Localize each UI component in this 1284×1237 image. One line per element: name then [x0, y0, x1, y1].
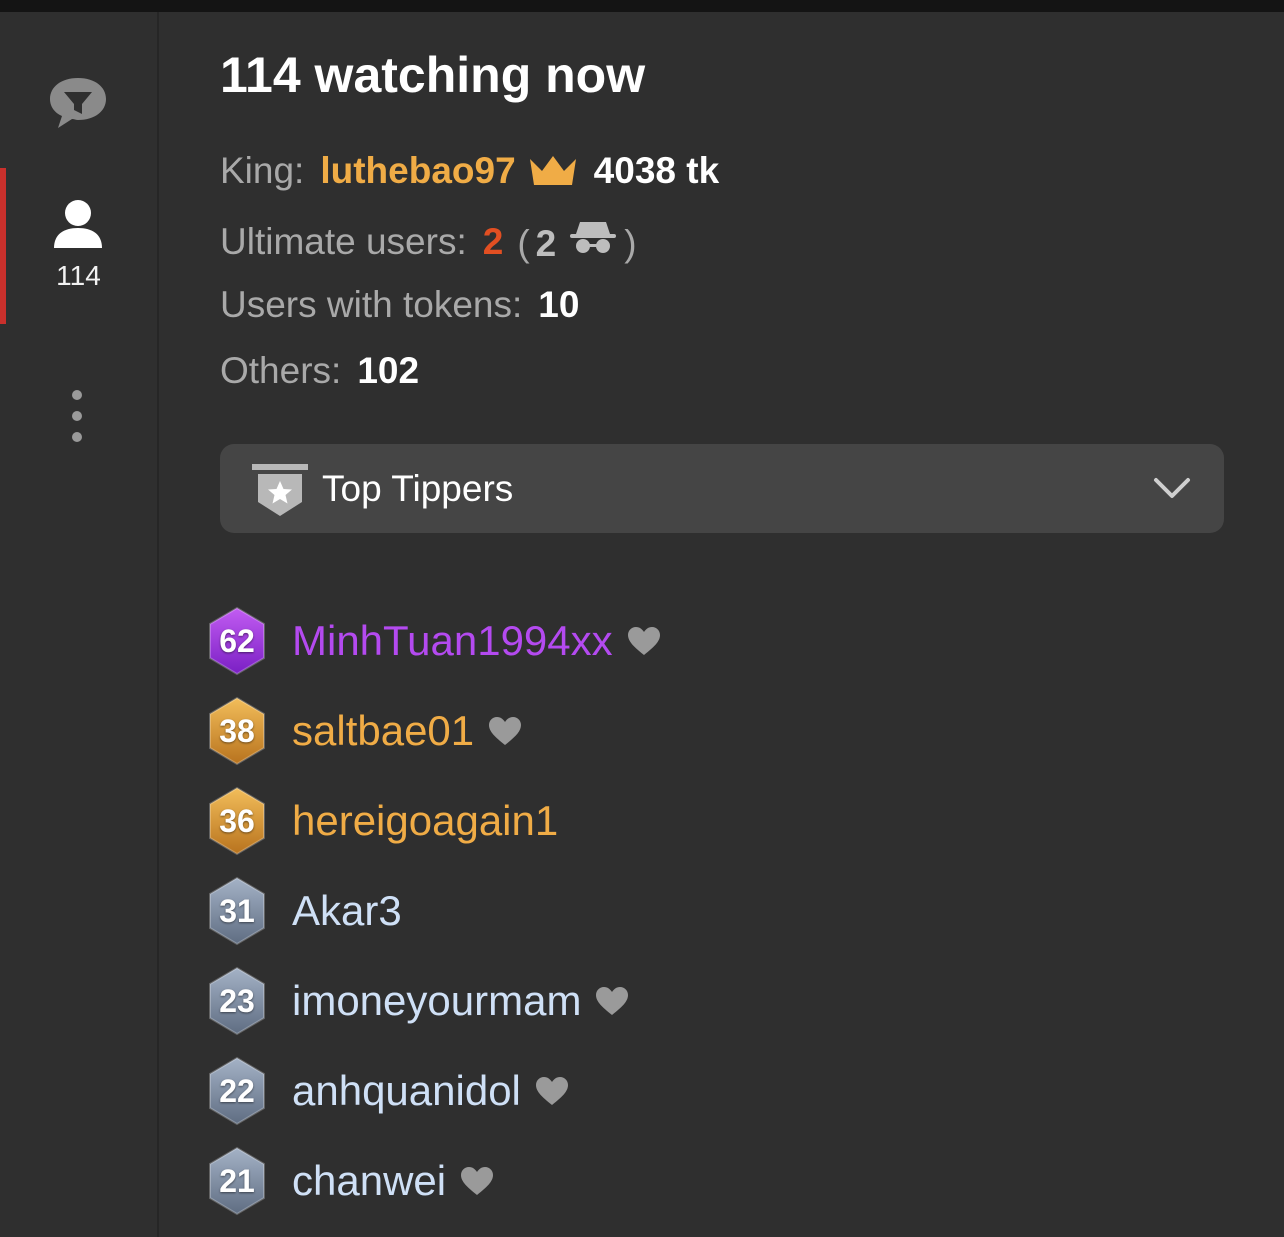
tipper-username[interactable]: saltbae01 [292, 707, 474, 755]
others-count: 102 [357, 350, 420, 391]
level-badge: 22 [206, 1056, 268, 1126]
crown-icon [528, 153, 578, 189]
ultimate-label: Ultimate users: [220, 220, 467, 262]
others-row: Others: 102 [220, 350, 419, 392]
sidebar: 114 [0, 12, 159, 1237]
more-vertical-icon[interactable] [72, 390, 84, 442]
ultimate-hidden-count: 2 [535, 223, 557, 264]
tipper-username[interactable]: anhquanidol [292, 1067, 521, 1115]
tipper-row[interactable]: 31 Akar3 [206, 876, 402, 946]
king-tokens: 4038 tk [593, 150, 720, 191]
chevron-down-icon[interactable] [1152, 474, 1192, 502]
users-count: 114 [56, 260, 101, 291]
level-badge: 36 [206, 786, 268, 856]
active-indicator [0, 168, 6, 324]
star-badge-icon [252, 464, 308, 518]
tipper-row[interactable]: 38 saltbae01 [206, 696, 522, 766]
level-number: 23 [219, 983, 255, 1019]
tipper-row[interactable]: 23 imoneyourmam [206, 966, 629, 1036]
tokens-count: 10 [538, 284, 580, 325]
paren-close: ) [624, 223, 637, 264]
level-number: 21 [219, 1163, 255, 1199]
tipper-row[interactable]: 22 anhquanidol [206, 1056, 569, 1126]
king-username[interactable]: luthebao97 [320, 150, 515, 192]
tokens-label: Users with tokens: [220, 284, 523, 325]
level-number: 38 [219, 713, 255, 749]
heart-icon [460, 1166, 494, 1196]
users-panel: 114 watching now King: luthebao97 4038 t… [209, 0, 1230, 1237]
tipper-username[interactable]: hereigoagain1 [292, 797, 558, 845]
level-number: 62 [219, 623, 255, 659]
heart-icon [535, 1076, 569, 1106]
ultimate-row: Ultimate users: 2 (2 ) [220, 218, 637, 265]
level-badge: 62 [206, 606, 268, 676]
level-badge: 23 [206, 966, 268, 1036]
tipper-row[interactable]: 21 chanwei [206, 1146, 494, 1216]
level-badge: 31 [206, 876, 268, 946]
user-icon [51, 198, 105, 250]
level-number: 22 [219, 1073, 255, 1109]
tipper-username[interactable]: imoneyourmam [292, 977, 581, 1025]
tipper-username[interactable]: MinhTuan1994xx [292, 617, 613, 665]
king-label: King: [220, 150, 305, 191]
chat-filter-icon[interactable] [46, 72, 110, 132]
tokens-row: Users with tokens: 10 [220, 284, 579, 326]
page-title: 114 watching now [220, 47, 646, 103]
incognito-icon [568, 218, 618, 256]
ultimate-hidden-group: (2 ) [517, 218, 637, 265]
paren-open: ( [517, 223, 530, 264]
tipper-row[interactable]: 36 hereigoagain1 [206, 786, 558, 856]
sidebar-item-users[interactable]: 114 [0, 168, 157, 324]
top-tippers-dropdown[interactable]: Top Tippers [220, 444, 1224, 533]
heart-icon [627, 626, 661, 656]
king-row: King: luthebao97 4038 tk [220, 150, 719, 192]
level-number: 31 [219, 893, 255, 929]
tipper-row[interactable]: 62 MinhTuan1994xx [206, 606, 661, 676]
tipper-username[interactable]: chanwei [292, 1157, 446, 1205]
heart-icon [488, 716, 522, 746]
level-badge: 21 [206, 1146, 268, 1216]
level-badge: 38 [206, 696, 268, 766]
level-number: 36 [219, 803, 255, 839]
others-label: Others: [220, 350, 342, 391]
dropdown-label: Top Tippers [322, 468, 514, 509]
tipper-username[interactable]: Akar3 [292, 887, 402, 935]
ultimate-count: 2 [482, 220, 504, 262]
heart-icon [595, 986, 629, 1016]
